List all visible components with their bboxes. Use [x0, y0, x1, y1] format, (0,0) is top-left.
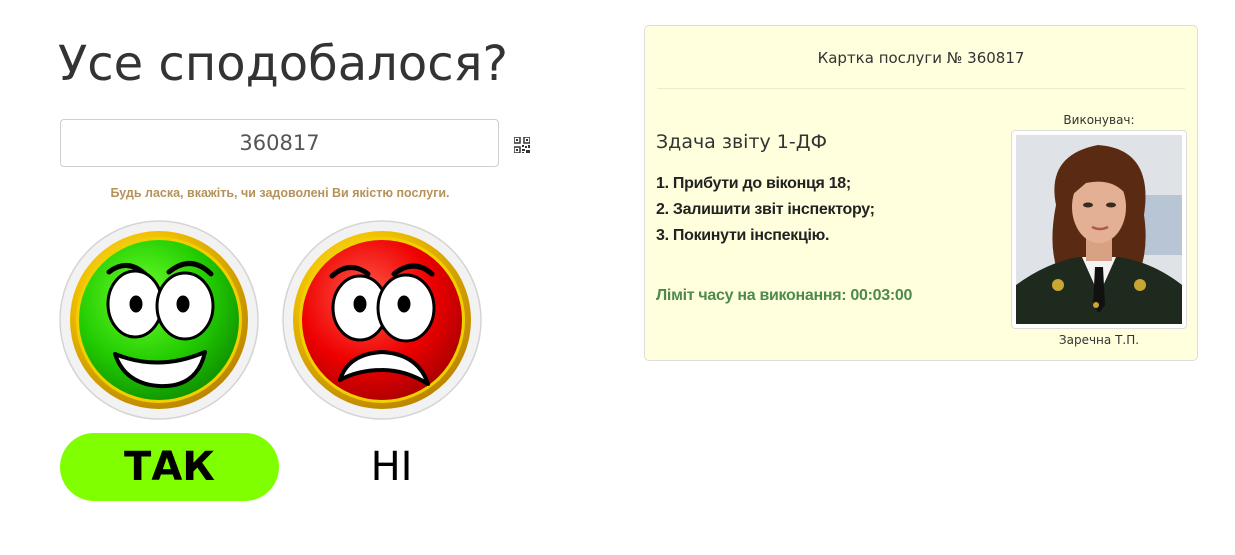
page-title: Усе сподобалося? [58, 36, 508, 92]
executor-label: Виконувач: [1063, 113, 1135, 127]
service-step: 3. Покинути інспекцію. [656, 227, 830, 244]
service-step: 2. Залишити звіт інспектору; [656, 201, 875, 218]
card-divider [657, 88, 1185, 89]
service-code-input[interactable] [60, 119, 499, 167]
service-steps: 1. Прибути до віконця 18; 2. Залишити зв… [656, 171, 875, 249]
executor-name: Заречна Т.П. [1058, 333, 1140, 347]
service-name: Здача звіту 1-ДФ [656, 131, 827, 153]
service-card: Картка послуги № 360817 Здача звіту 1-ДФ… [644, 25, 1198, 361]
time-limit: Ліміт часу на виконання: 00:03:00 [656, 287, 913, 304]
service-card-header: Картка послуги № 360817 [817, 48, 1025, 67]
executor-photo [1011, 130, 1187, 329]
qr-code-icon[interactable] [514, 137, 530, 153]
satisfaction-hint: Будь ласка, вкажіть, чи задоволені Ви як… [110, 186, 450, 200]
service-step: 1. Прибути до віконця 18; [656, 175, 851, 192]
sad-face-icon[interactable] [282, 220, 482, 420]
happy-face-icon[interactable] [59, 220, 259, 420]
yes-button[interactable]: ТАК [60, 433, 279, 501]
executor-portrait-image [1016, 135, 1182, 324]
no-button[interactable]: НІ [282, 433, 501, 501]
